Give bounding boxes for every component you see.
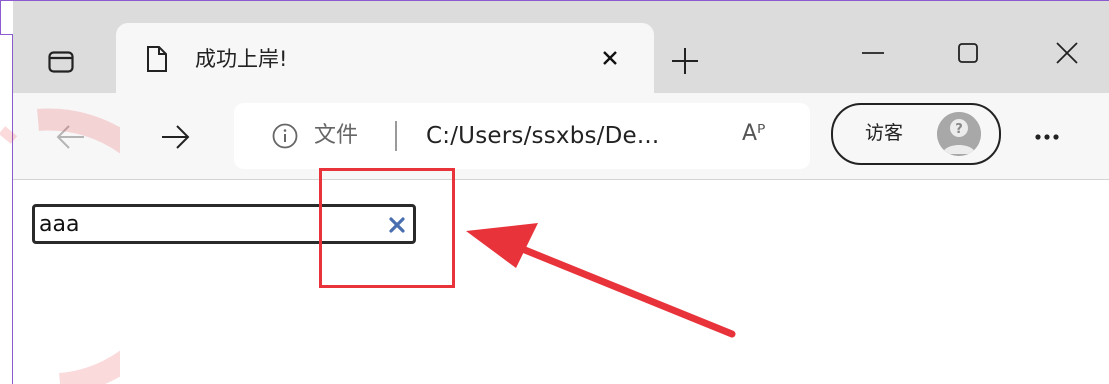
annotation-arrow [466,223,736,338]
